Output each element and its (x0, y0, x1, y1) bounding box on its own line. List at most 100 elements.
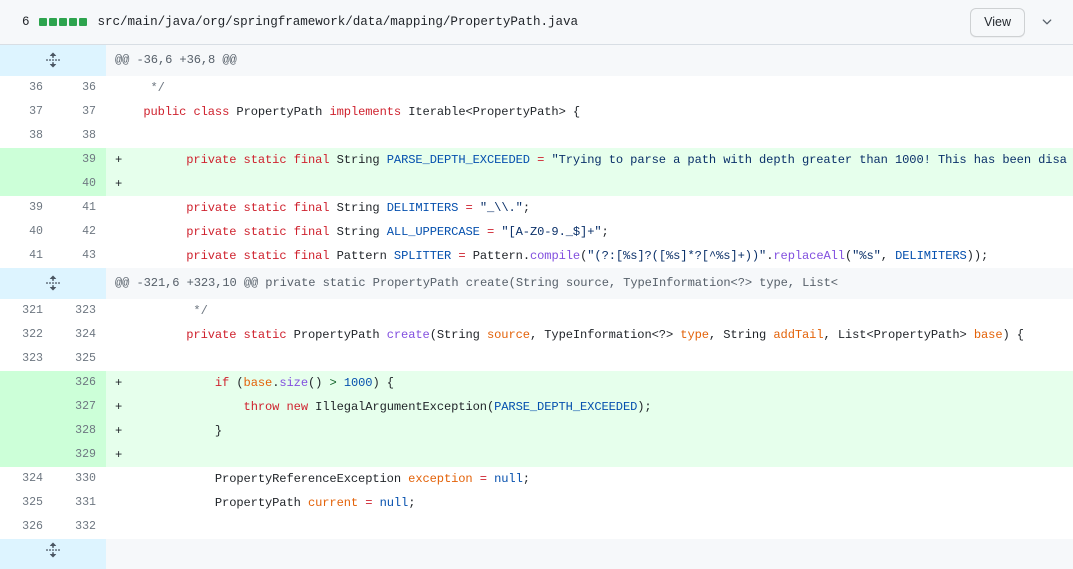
diffstat-block (68, 18, 77, 26)
expand-tail-row (0, 539, 1073, 569)
diff-marker: + (115, 153, 123, 167)
code-line[interactable]: */ (106, 299, 1073, 323)
unfold-icon (42, 539, 64, 561)
diff-row-context: 40 42 private static final String ALL_UPP… (0, 220, 1073, 244)
hunk-header-row: @@ -36,6 +36,8 @@ (0, 45, 1073, 76)
expand-tail-button[interactable] (0, 539, 106, 569)
code-line[interactable]: + (106, 443, 1073, 467)
diff-marker: + (115, 376, 123, 390)
unfold-icon (42, 272, 64, 294)
diff-row-context: 37 37 public class PropertyPath implement… (0, 100, 1073, 124)
diff-marker: + (115, 177, 123, 191)
hunk-header-text: @@ -321,6 +323,10 @@ private static Prop… (106, 268, 1073, 299)
code-line[interactable]: private static final String DELIMITERS =… (106, 196, 1073, 220)
diff-table: @@ -36,6 +36,8 @@ 36 36 */37 37 public clas… (0, 45, 1073, 569)
line-number-new[interactable]: 325 (53, 347, 106, 371)
file-path: src/main/java/org/springframework/data/m… (97, 15, 579, 29)
line-number-new[interactable]: 332 (53, 515, 106, 539)
code-line[interactable]: + private static final String PARSE_DEPT… (106, 148, 1073, 172)
diff-viewer: 6 src/main/java/org/springframework/data… (0, 0, 1073, 569)
line-number-new[interactable]: 37 (53, 100, 106, 124)
unfold-icon (42, 49, 64, 71)
line-number-old[interactable]: 37 (0, 100, 53, 124)
line-number-old[interactable]: 41 (0, 244, 53, 268)
chevron-down-icon[interactable] (1033, 8, 1061, 36)
code-line[interactable]: + (106, 172, 1073, 196)
diff-row-context: 322 324 private static PropertyPath creat… (0, 323, 1073, 347)
diff-row-context: 323 325 (0, 347, 1073, 371)
code-line[interactable]: public class PropertyPath implements Ite… (106, 100, 1073, 124)
diffstat-block (48, 18, 57, 26)
diff-row-context: 324 330 PropertyReferenceException except… (0, 467, 1073, 491)
line-number-old[interactable]: 36 (0, 76, 53, 100)
code-line[interactable] (106, 515, 1073, 539)
line-number-new[interactable]: 42 (53, 220, 106, 244)
expand-hunk-button[interactable] (0, 45, 106, 76)
line-number-new[interactable]: 36 (53, 76, 106, 100)
expand-hunk-button[interactable] (0, 268, 106, 299)
code-line[interactable]: */ (106, 76, 1073, 100)
diffstat-block (38, 18, 47, 26)
line-number-new[interactable]: 327 (53, 395, 106, 419)
file-header: 6 src/main/java/org/springframework/data… (0, 0, 1073, 45)
line-number-old[interactable] (0, 172, 53, 196)
line-number-old[interactable]: 325 (0, 491, 53, 515)
code-line[interactable] (106, 124, 1073, 148)
code-line[interactable]: private static final String ALL_UPPERCAS… (106, 220, 1073, 244)
line-number-new[interactable]: 323 (53, 299, 106, 323)
diff-row-context: 325 331 PropertyPath current = null; (0, 491, 1073, 515)
line-number-old[interactable]: 326 (0, 515, 53, 539)
diff-marker: + (115, 448, 123, 462)
line-number-old[interactable]: 40 (0, 220, 53, 244)
diff-row-context: 321 323 */ (0, 299, 1073, 323)
diff-row-added: 326 + if (base.size() > 1000) { (0, 371, 1073, 395)
view-button[interactable]: View (970, 7, 1025, 37)
code-line[interactable]: + } (106, 419, 1073, 443)
change-count: 6 (22, 14, 30, 29)
line-number-old[interactable]: 38 (0, 124, 53, 148)
line-number-new[interactable]: 39 (53, 148, 106, 172)
line-number-new[interactable]: 324 (53, 323, 106, 347)
diff-row-added: 328 + } (0, 419, 1073, 443)
code-line[interactable]: + throw new IllegalArgumentException(PAR… (106, 395, 1073, 419)
line-number-new[interactable]: 330 (53, 467, 106, 491)
line-number-new[interactable]: 40 (53, 172, 106, 196)
line-number-old[interactable] (0, 443, 53, 467)
line-number-old[interactable]: 39 (0, 196, 53, 220)
line-number-new[interactable]: 329 (53, 443, 106, 467)
diffstat-blocks (38, 18, 87, 26)
line-number-old[interactable] (0, 371, 53, 395)
diff-row-context: 38 38 (0, 124, 1073, 148)
diff-row-added: 327 + throw new IllegalArgumentException(… (0, 395, 1073, 419)
diff-marker: + (115, 424, 123, 438)
code-line[interactable]: + if (base.size() > 1000) { (106, 371, 1073, 395)
line-number-old[interactable]: 323 (0, 347, 53, 371)
code-line[interactable]: PropertyReferenceException exception = n… (106, 467, 1073, 491)
diff-row-added: 40 + (0, 172, 1073, 196)
diff-row-context: 39 41 private static final String DELIMIT… (0, 196, 1073, 220)
line-number-old[interactable] (0, 419, 53, 443)
line-number-old[interactable] (0, 148, 53, 172)
hunk-header-text: @@ -36,6 +36,8 @@ (106, 45, 1073, 76)
line-number-old[interactable]: 322 (0, 323, 53, 347)
code-line[interactable]: private static PropertyPath create(Strin… (106, 323, 1073, 347)
diff-marker: + (115, 400, 123, 414)
line-number-new[interactable]: 331 (53, 491, 106, 515)
line-number-old[interactable] (0, 395, 53, 419)
code-line[interactable]: private static final Pattern SPLITTER = … (106, 244, 1073, 268)
line-number-old[interactable]: 321 (0, 299, 53, 323)
line-number-new[interactable]: 43 (53, 244, 106, 268)
hunk-header-row: @@ -321,6 +323,10 @@ private static Prop… (0, 268, 1073, 299)
line-number-new[interactable]: 41 (53, 196, 106, 220)
code-line[interactable]: PropertyPath current = null; (106, 491, 1073, 515)
line-number-new[interactable]: 38 (53, 124, 106, 148)
diff-row-context: 326 332 (0, 515, 1073, 539)
line-number-new[interactable]: 328 (53, 419, 106, 443)
diff-row-added: 329 + (0, 443, 1073, 467)
code-line[interactable] (106, 347, 1073, 371)
line-number-new[interactable]: 326 (53, 371, 106, 395)
diff-row-added: 39 + private static final String PARSE_DE… (0, 148, 1073, 172)
line-number-old[interactable]: 324 (0, 467, 53, 491)
diffstat-block (78, 18, 87, 26)
tail-blank (106, 539, 1073, 569)
